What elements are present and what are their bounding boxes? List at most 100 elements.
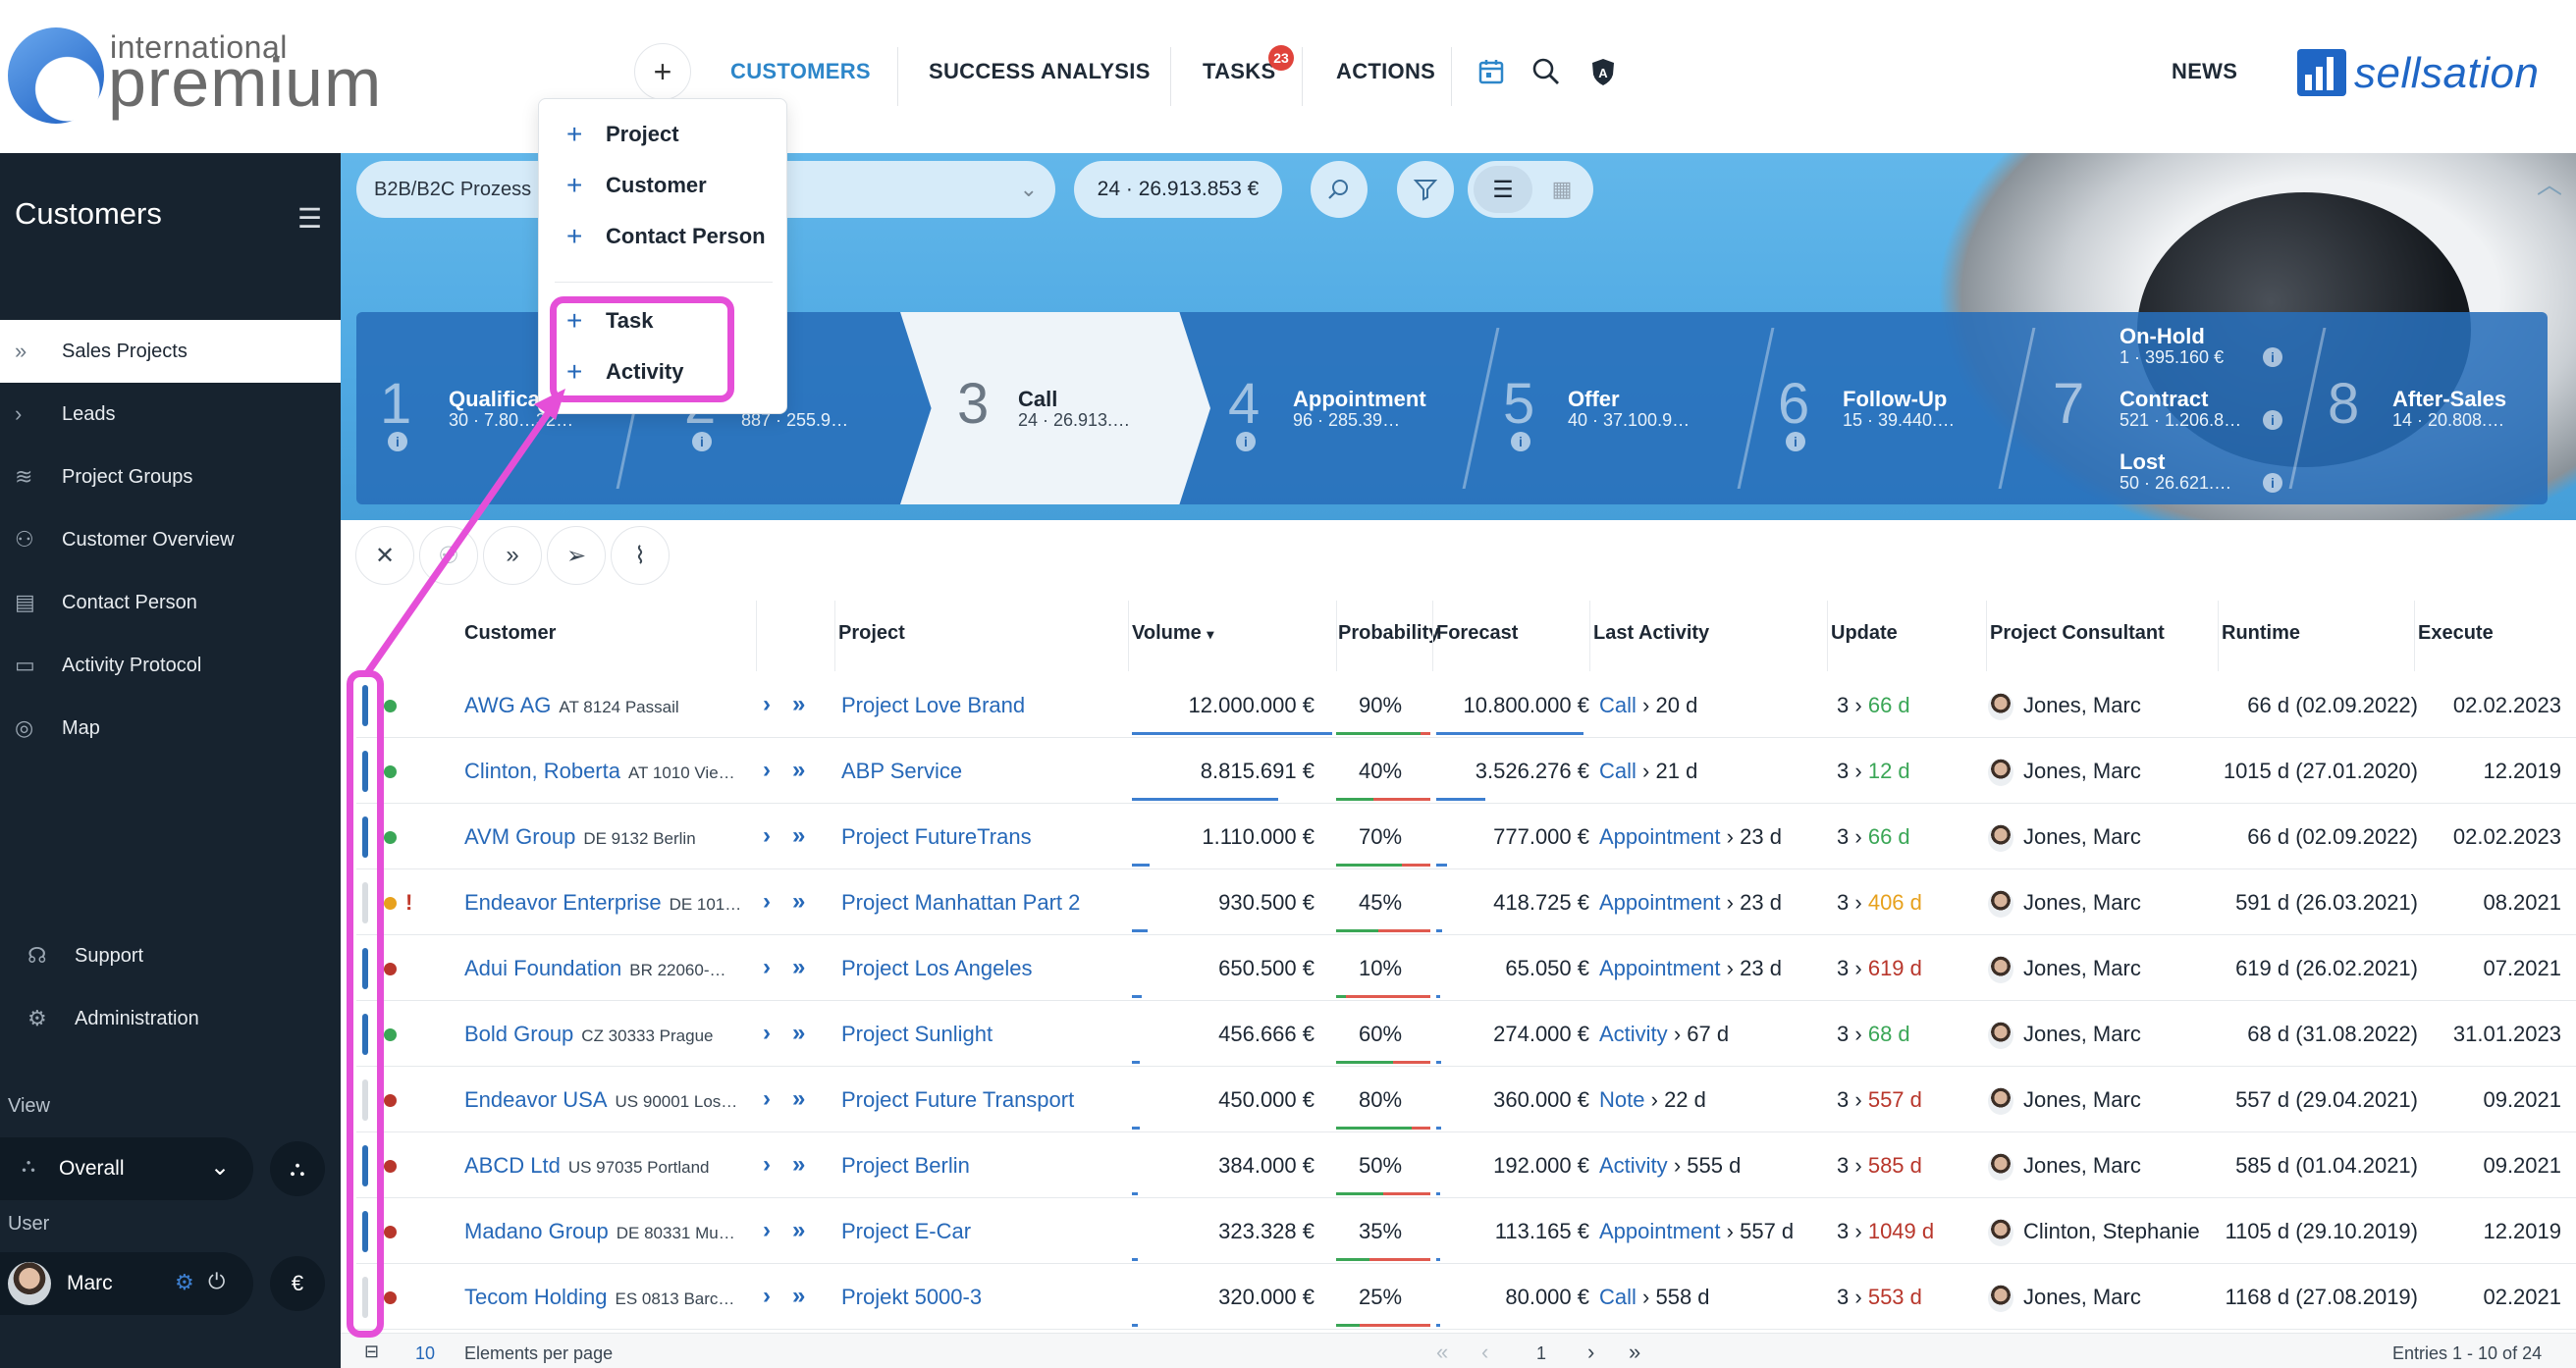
table-row[interactable]: ! Endeavor Enterprise DE 101… › » Project Man… — [356, 870, 2576, 935]
assign-user-button[interactable]: ⚇ — [419, 526, 478, 585]
stage-onhold-name[interactable]: On-Hold — [2120, 324, 2205, 349]
last-activity-type[interactable]: Call — [1599, 759, 1637, 783]
customer-name[interactable]: Tecom Holding — [464, 1285, 608, 1309]
column-header-project[interactable]: Project — [838, 622, 905, 645]
last-activity-cell[interactable]: Call › 21 d — [1599, 759, 1697, 784]
user-select[interactable]: Marc ⚙ ⏻ — [0, 1252, 253, 1315]
info-icon[interactable]: i — [388, 432, 407, 451]
table-row[interactable]: AVM Group DE 9132 Berlin › » Project FutureT… — [356, 805, 2576, 869]
table-row[interactable]: Clinton, Roberta AT 1010 Vie… › » ABP Servic… — [356, 739, 2576, 804]
stage-name[interactable]: Follow-Up — [1843, 387, 1947, 412]
last-activity-cell[interactable]: Call › 20 d — [1599, 693, 1697, 718]
stage-name[interactable]: Contract — [2120, 387, 2208, 412]
double-chevron-icon[interactable]: » — [792, 954, 805, 981]
attach-button[interactable]: ⌇ — [611, 526, 670, 585]
stage-name[interactable]: After-Sales — [2392, 387, 2506, 412]
customer-cell[interactable]: Endeavor Enterprise DE 101… — [464, 890, 741, 916]
last-activity-cell[interactable]: Appointment › 23 d — [1599, 824, 1782, 850]
search-button[interactable] — [1311, 161, 1368, 218]
last-activity-type[interactable]: Call — [1599, 1285, 1637, 1309]
column-header-customer[interactable]: Customer — [464, 622, 556, 645]
column-header-last-activity[interactable]: Last Activity — [1593, 622, 1709, 645]
stage-lost-name[interactable]: Lost — [2120, 449, 2165, 475]
project-name[interactable]: Project Manhattan Part 2 — [841, 890, 1080, 916]
project-name[interactable]: Project Sunlight — [841, 1022, 993, 1047]
menu-item-contact-person[interactable]: + Contact Person — [566, 221, 766, 252]
project-name[interactable]: Project Berlin — [841, 1153, 970, 1179]
customer-name[interactable]: AWG AG — [464, 693, 551, 717]
customer-cell[interactable]: AVM Group DE 9132 Berlin — [464, 824, 696, 850]
close-button[interactable]: ✕ — [355, 526, 414, 585]
project-name[interactable]: Project Los Angeles — [841, 956, 1032, 981]
column-header-forecast[interactable]: Forecast — [1436, 622, 1518, 645]
table-row[interactable]: ABCD Ltd US 97035 Portland › » Project Berli… — [356, 1133, 2576, 1198]
column-header-probability[interactable]: Probability — [1338, 622, 1439, 645]
gear-icon[interactable]: ⚙ — [175, 1270, 194, 1295]
list-view-button[interactable]: ☰ — [1474, 166, 1532, 213]
last-activity-cell[interactable]: Appointment › 23 d — [1599, 890, 1782, 916]
last-activity-cell[interactable]: Appointment › 23 d — [1599, 956, 1782, 981]
customer-cell[interactable]: Bold Group CZ 30333 Prague — [464, 1022, 714, 1047]
table-row[interactable]: Adui Foundation BR 22060-… › » Project Los A… — [356, 936, 2576, 1001]
sidebar-item-activity-protocol[interactable]: ▭ Activity Protocol — [0, 634, 341, 697]
chevron-right-icon[interactable]: › — [763, 822, 771, 850]
collapse-icon[interactable]: ⊟ — [364, 1342, 379, 1362]
stage-name[interactable]: Call — [1018, 387, 1057, 412]
stage-name[interactable]: Qualifica — [449, 387, 540, 412]
menu-item-customer[interactable]: + Customer — [566, 170, 707, 201]
chevron-right-icon[interactable]: › — [763, 1217, 771, 1244]
prev-page-icon[interactable]: ‹ — [1481, 1340, 1488, 1365]
info-icon[interactable]: i — [1511, 432, 1530, 451]
project-name[interactable]: ABP Service — [841, 759, 962, 784]
last-activity-type[interactable]: Appointment — [1599, 824, 1721, 849]
last-activity-cell[interactable]: Appointment › 557 d — [1599, 1219, 1794, 1244]
next-page-icon[interactable]: › — [1587, 1340, 1594, 1365]
nav-success-analysis[interactable]: SUCCESS ANALYSIS — [929, 59, 1151, 84]
stage-name[interactable]: Appointment — [1293, 387, 1426, 412]
project-name[interactable]: Project FutureTrans — [841, 824, 1032, 850]
info-icon[interactable]: i — [1786, 432, 1805, 451]
calendar-icon[interactable] — [1475, 55, 1508, 88]
last-activity-cell[interactable]: Note › 22 d — [1599, 1087, 1706, 1113]
stage-name[interactable]: Offer — [1568, 387, 1620, 412]
info-icon[interactable]: i — [692, 432, 712, 451]
chevron-right-icon[interactable]: › — [763, 1085, 771, 1113]
add-new-button[interactable]: + — [634, 43, 691, 100]
info-icon[interactable]: i — [2263, 347, 2282, 367]
customer-cell[interactable]: Tecom Holding ES 0813 Barc… — [464, 1285, 734, 1310]
advance-stage-button[interactable]: » — [483, 526, 542, 585]
column-header-runtime[interactable]: Runtime — [2222, 622, 2300, 645]
chevron-right-icon[interactable]: › — [763, 1151, 771, 1179]
customer-name[interactable]: Bold Group — [464, 1022, 573, 1046]
customer-name[interactable]: Adui Foundation — [464, 956, 621, 980]
last-activity-type[interactable]: Appointment — [1599, 1219, 1721, 1243]
customer-cell[interactable]: Madano Group DE 80331 Mu… — [464, 1219, 735, 1244]
project-name[interactable]: Project Love Brand — [841, 693, 1025, 718]
column-header-consultant[interactable]: Project Consultant — [1990, 622, 2165, 645]
nav-customers[interactable]: CUSTOMERS — [730, 59, 871, 84]
hamburger-menu-icon[interactable]: ☰ — [297, 202, 322, 235]
double-chevron-icon[interactable]: » — [792, 1151, 805, 1179]
customer-name[interactable]: ABCD Ltd — [464, 1153, 561, 1178]
current-page[interactable]: 1 — [1536, 1343, 1546, 1364]
send-button[interactable]: ➢ — [547, 526, 606, 585]
power-icon[interactable]: ⏻ — [208, 1269, 225, 1294]
info-icon[interactable]: i — [1236, 432, 1256, 451]
customer-name[interactable]: Madano Group — [464, 1219, 609, 1243]
first-page-icon[interactable]: « — [1436, 1340, 1448, 1365]
last-activity-cell[interactable]: Call › 558 d — [1599, 1285, 1710, 1310]
chevron-right-icon[interactable]: › — [763, 691, 771, 718]
view-select[interactable]: ⛬ Overall ⌄ — [0, 1137, 253, 1200]
table-row[interactable]: Madano Group DE 80331 Mu… › » Project E-Car 3… — [356, 1199, 2576, 1264]
project-name[interactable]: Project E-Car — [841, 1219, 971, 1244]
customer-cell[interactable]: Endeavor USA US 90001 Los… — [464, 1087, 737, 1113]
customer-cell[interactable]: Clinton, Roberta AT 1010 Vie… — [464, 759, 735, 784]
info-icon[interactable]: i — [2263, 410, 2282, 430]
column-header-execute[interactable]: Execute — [2418, 622, 2494, 645]
sidebar-item-support[interactable]: ☊ Support — [0, 924, 341, 987]
double-chevron-icon[interactable]: » — [792, 822, 805, 850]
last-activity-type[interactable]: Activity — [1599, 1022, 1668, 1046]
project-name[interactable]: Projekt 5000-3 — [841, 1285, 982, 1310]
sidebar-item-leads[interactable]: › Leads — [0, 383, 341, 446]
double-chevron-icon[interactable]: » — [792, 1020, 805, 1047]
